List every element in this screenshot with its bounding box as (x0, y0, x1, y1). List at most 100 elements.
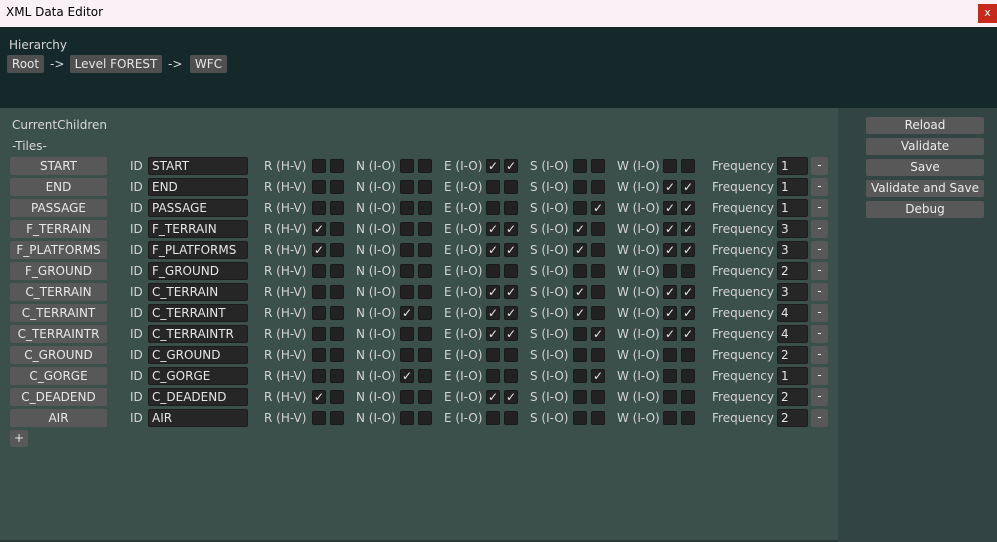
s-checkbox-2[interactable]: ✓ (591, 327, 605, 341)
s-checkbox-1[interactable] (573, 180, 587, 194)
w-checkbox-1[interactable]: ✓ (663, 180, 677, 194)
tile-name-button[interactable]: END (10, 178, 107, 196)
s-checkbox-1[interactable]: ✓ (573, 306, 587, 320)
r-checkbox-1[interactable]: ✓ (312, 390, 326, 404)
w-checkbox-1[interactable] (663, 348, 677, 362)
r-checkbox-1[interactable] (312, 369, 326, 383)
e-checkbox-1[interactable] (486, 201, 500, 215)
r-checkbox-1[interactable] (312, 348, 326, 362)
s-checkbox-2[interactable] (591, 285, 605, 299)
s-checkbox-2[interactable] (591, 264, 605, 278)
e-checkbox-2[interactable] (504, 411, 518, 425)
frequency-field[interactable]: 3 (777, 220, 808, 238)
tile-name-button[interactable]: AIR (10, 409, 107, 427)
r-checkbox-2[interactable] (330, 348, 344, 362)
w-checkbox-2[interactable] (681, 159, 695, 173)
w-checkbox-2[interactable]: ✓ (681, 285, 695, 299)
e-checkbox-1[interactable] (486, 369, 500, 383)
breadcrumb-wfc[interactable]: WFC (190, 55, 227, 73)
s-checkbox-1[interactable] (573, 264, 587, 278)
n-checkbox-1[interactable] (400, 180, 414, 194)
e-checkbox-2[interactable]: ✓ (504, 243, 518, 257)
e-checkbox-2[interactable]: ✓ (504, 390, 518, 404)
n-checkbox-2[interactable] (418, 285, 432, 299)
e-checkbox-2[interactable] (504, 369, 518, 383)
e-checkbox-1[interactable]: ✓ (486, 243, 500, 257)
remove-tile-button[interactable]: - (811, 241, 828, 259)
frequency-field[interactable]: 2 (777, 346, 808, 364)
remove-tile-button[interactable]: - (811, 283, 828, 301)
r-checkbox-2[interactable] (330, 243, 344, 257)
r-checkbox-2[interactable] (330, 327, 344, 341)
w-checkbox-1[interactable] (663, 264, 677, 278)
e-checkbox-2[interactable] (504, 180, 518, 194)
r-checkbox-1[interactable] (312, 327, 326, 341)
w-checkbox-1[interactable] (663, 159, 677, 173)
n-checkbox-2[interactable] (418, 243, 432, 257)
remove-tile-button[interactable]: - (811, 199, 828, 217)
n-checkbox-1[interactable] (400, 327, 414, 341)
r-checkbox-2[interactable] (330, 369, 344, 383)
frequency-field[interactable]: 1 (777, 178, 808, 196)
tile-name-button[interactable]: F_GROUND (10, 262, 107, 280)
e-checkbox-1[interactable] (486, 180, 500, 194)
frequency-field[interactable]: 3 (777, 283, 808, 301)
e-checkbox-2[interactable] (504, 201, 518, 215)
n-checkbox-1[interactable] (400, 222, 414, 236)
w-checkbox-1[interactable]: ✓ (663, 327, 677, 341)
remove-tile-button[interactable]: - (811, 325, 828, 343)
tile-name-button[interactable]: C_DEADEND (10, 388, 107, 406)
r-checkbox-2[interactable] (330, 201, 344, 215)
tile-id-field[interactable]: START (148, 157, 248, 175)
s-checkbox-2[interactable] (591, 159, 605, 173)
s-checkbox-1[interactable] (573, 159, 587, 173)
add-tile-button[interactable]: + (10, 430, 28, 447)
r-checkbox-2[interactable] (330, 306, 344, 320)
s-checkbox-2[interactable] (591, 243, 605, 257)
w-checkbox-2[interactable]: ✓ (681, 180, 695, 194)
w-checkbox-2[interactable] (681, 411, 695, 425)
n-checkbox-2[interactable] (418, 222, 432, 236)
tile-name-button[interactable]: PASSAGE (10, 199, 107, 217)
frequency-field[interactable]: 3 (777, 241, 808, 259)
r-checkbox-1[interactable] (312, 159, 326, 173)
w-checkbox-1[interactable]: ✓ (663, 222, 677, 236)
tile-id-field[interactable]: END (148, 178, 248, 196)
w-checkbox-2[interactable]: ✓ (681, 201, 695, 215)
e-checkbox-1[interactable]: ✓ (486, 327, 500, 341)
tile-id-field[interactable]: F_GROUND (148, 262, 248, 280)
n-checkbox-1[interactable]: ✓ (400, 369, 414, 383)
s-checkbox-2[interactable] (591, 411, 605, 425)
e-checkbox-2[interactable] (504, 264, 518, 278)
s-checkbox-1[interactable] (573, 390, 587, 404)
n-checkbox-1[interactable]: ✓ (400, 306, 414, 320)
s-checkbox-2[interactable] (591, 222, 605, 236)
frequency-field[interactable]: 1 (777, 367, 808, 385)
frequency-field[interactable]: 1 (777, 157, 808, 175)
w-checkbox-2[interactable]: ✓ (681, 306, 695, 320)
n-checkbox-1[interactable] (400, 285, 414, 299)
tile-id-field[interactable]: C_TERRAIN (148, 283, 248, 301)
s-checkbox-1[interactable] (573, 411, 587, 425)
n-checkbox-2[interactable] (418, 348, 432, 362)
r-checkbox-2[interactable] (330, 285, 344, 299)
n-checkbox-2[interactable] (418, 306, 432, 320)
save-button[interactable]: Save (866, 159, 984, 176)
r-checkbox-1[interactable]: ✓ (312, 243, 326, 257)
tile-name-button[interactable]: C_TERRAINT (10, 304, 107, 322)
n-checkbox-2[interactable] (418, 390, 432, 404)
breadcrumb-level-forest[interactable]: Level FOREST (70, 55, 162, 73)
r-checkbox-2[interactable] (330, 264, 344, 278)
w-checkbox-2[interactable] (681, 348, 695, 362)
remove-tile-button[interactable]: - (811, 157, 828, 175)
s-checkbox-1[interactable] (573, 348, 587, 362)
n-checkbox-2[interactable] (418, 327, 432, 341)
r-checkbox-2[interactable] (330, 222, 344, 236)
w-checkbox-2[interactable] (681, 390, 695, 404)
tile-name-button[interactable]: F_PLATFORMS (10, 241, 107, 259)
n-checkbox-2[interactable] (418, 201, 432, 215)
r-checkbox-2[interactable] (330, 159, 344, 173)
w-checkbox-2[interactable] (681, 369, 695, 383)
e-checkbox-2[interactable]: ✓ (504, 306, 518, 320)
s-checkbox-2[interactable]: ✓ (591, 369, 605, 383)
